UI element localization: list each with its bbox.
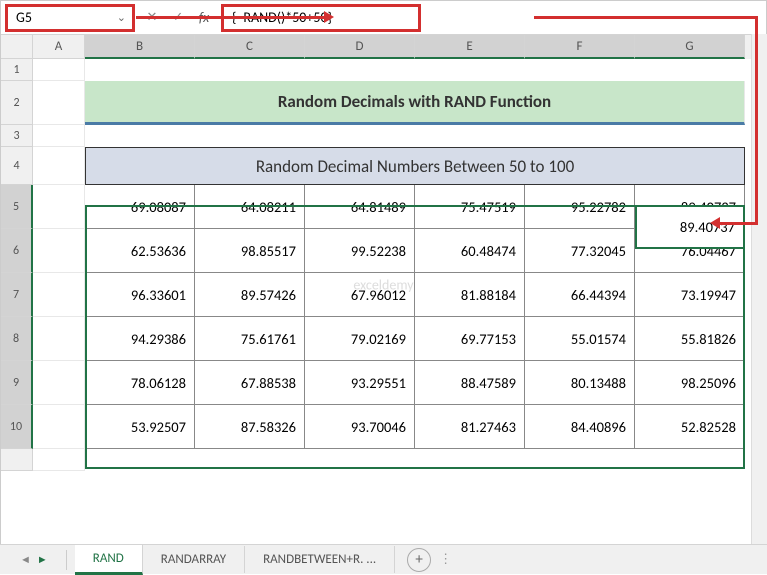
- row-header-11[interactable]: [1, 449, 33, 471]
- annotation-arrow: [755, 16, 758, 224]
- data-cell[interactable]: 93.29551: [305, 361, 415, 405]
- data-cell[interactable]: 96.33601: [85, 273, 195, 317]
- annotation-arrow: [720, 222, 758, 225]
- cell[interactable]: [33, 273, 85, 317]
- data-cell[interactable]: 67.96012: [305, 273, 415, 317]
- tab-menu-icon[interactable]: ⋮: [439, 552, 452, 567]
- row-header-3[interactable]: 3: [1, 125, 33, 147]
- row-header-2[interactable]: 2: [1, 81, 33, 125]
- data-cell[interactable]: 60.48474: [415, 229, 525, 273]
- data-cell[interactable]: 52.82528: [635, 405, 745, 449]
- data-cell[interactable]: 69.08087: [85, 185, 195, 229]
- data-cell[interactable]: 95.22782: [525, 185, 635, 229]
- data-cell[interactable]: 79.02169: [305, 317, 415, 361]
- sheet-tab-randarray[interactable]: RANDARRAY: [143, 546, 245, 573]
- cell[interactable]: [33, 317, 85, 361]
- sheet-tab-bar: ◄ ► RAND RANDARRAY RANDBETWEEN+R. ... + …: [0, 544, 767, 574]
- title-banner[interactable]: Random Decimals with RAND Function: [85, 81, 745, 125]
- tab-prev-icon[interactable]: ◄: [20, 553, 31, 566]
- data-cell[interactable]: 98.85517: [195, 229, 305, 273]
- col-header-e[interactable]: E: [415, 35, 525, 59]
- tab-navigation: ◄ ►: [20, 553, 58, 566]
- data-cell[interactable]: 84.40896: [525, 405, 635, 449]
- data-cell[interactable]: 81.88184: [415, 273, 525, 317]
- data-cell[interactable]: 80.13488: [525, 361, 635, 405]
- data-cell[interactable]: 75.47519: [415, 185, 525, 229]
- cell[interactable]: [33, 405, 85, 449]
- cell-reference: G5: [16, 9, 32, 26]
- data-cell[interactable]: 94.29386: [85, 317, 195, 361]
- data-cell[interactable]: 89.57426: [195, 273, 305, 317]
- row-header-9[interactable]: 9: [1, 361, 33, 405]
- data-cell[interactable]: 53.92507: [85, 405, 195, 449]
- row-header-8[interactable]: 8: [1, 317, 33, 361]
- col-header-b[interactable]: B: [85, 35, 195, 59]
- cell[interactable]: [33, 361, 85, 405]
- col-header-f[interactable]: F: [525, 35, 635, 59]
- data-cell[interactable]: 99.52238: [305, 229, 415, 273]
- data-cell[interactable]: 75.61761: [195, 317, 305, 361]
- name-box[interactable]: G5 ⌄: [5, 4, 135, 32]
- data-cell[interactable]: 64.08211: [195, 185, 305, 229]
- tab-next-icon[interactable]: ►: [37, 553, 48, 566]
- row-header-4[interactable]: 4: [1, 147, 33, 185]
- data-cell[interactable]: 55.01574: [525, 317, 635, 361]
- row-header-10[interactable]: 10: [1, 405, 33, 449]
- data-cell[interactable]: 55.81826: [635, 317, 745, 361]
- vertical-scrollbar[interactable]: [751, 34, 767, 544]
- annotation-arrow: [136, 16, 324, 19]
- data-cell[interactable]: 77.32045: [525, 229, 635, 273]
- chevron-down-icon[interactable]: ⌄: [117, 11, 126, 24]
- data-cell[interactable]: 67.88538: [195, 361, 305, 405]
- cell[interactable]: [33, 449, 85, 471]
- subtitle-banner[interactable]: Random Decimal Numbers Between 50 to 100: [85, 147, 745, 185]
- data-cell[interactable]: 73.19947: [635, 273, 745, 317]
- data-cell[interactable]: 98.25096: [635, 361, 745, 405]
- cell[interactable]: [33, 59, 85, 81]
- cell[interactable]: [33, 229, 85, 273]
- data-cell[interactable]: 88.47589: [415, 361, 525, 405]
- row-header-5[interactable]: 5: [1, 185, 33, 229]
- col-header-a[interactable]: A: [33, 35, 85, 59]
- arrow-head-icon: [710, 217, 720, 229]
- select-all-corner[interactable]: [1, 35, 33, 59]
- data-cell[interactable]: 76.04467: [635, 229, 745, 273]
- data-cell[interactable]: 66.44394: [525, 273, 635, 317]
- row-header-7[interactable]: 7: [1, 273, 33, 317]
- annotation-arrow: [534, 16, 758, 19]
- data-cell[interactable]: 78.06128: [85, 361, 195, 405]
- arrow-head-icon: [324, 11, 334, 23]
- cell[interactable]: [33, 147, 85, 185]
- col-header-d[interactable]: D: [305, 35, 415, 59]
- cell[interactable]: [33, 81, 85, 125]
- data-cell[interactable]: 81.27463: [415, 405, 525, 449]
- col-header-g[interactable]: G: [635, 35, 745, 59]
- cell[interactable]: [33, 185, 85, 229]
- data-cell[interactable]: 62.53636: [85, 229, 195, 273]
- data-cell[interactable]: 93.70046: [305, 405, 415, 449]
- add-sheet-button[interactable]: +: [407, 548, 431, 572]
- spreadsheet-grid: exceldemy A B C D E F G 1 2 Random Decim…: [1, 35, 766, 535]
- sheet-tab-randbetween[interactable]: RANDBETWEEN+R. ...: [245, 546, 395, 573]
- column-headers: A B C D E F G: [1, 35, 766, 59]
- sheet-tab-rand[interactable]: RAND: [75, 545, 143, 575]
- col-header-c[interactable]: C: [195, 35, 305, 59]
- data-cell[interactable]: 87.58326: [195, 405, 305, 449]
- row-header-1[interactable]: 1: [1, 59, 33, 81]
- row-header-6[interactable]: 6: [1, 229, 33, 273]
- data-cell[interactable]: 69.77153: [415, 317, 525, 361]
- data-cell[interactable]: 64.81489: [305, 185, 415, 229]
- cell[interactable]: [33, 125, 85, 147]
